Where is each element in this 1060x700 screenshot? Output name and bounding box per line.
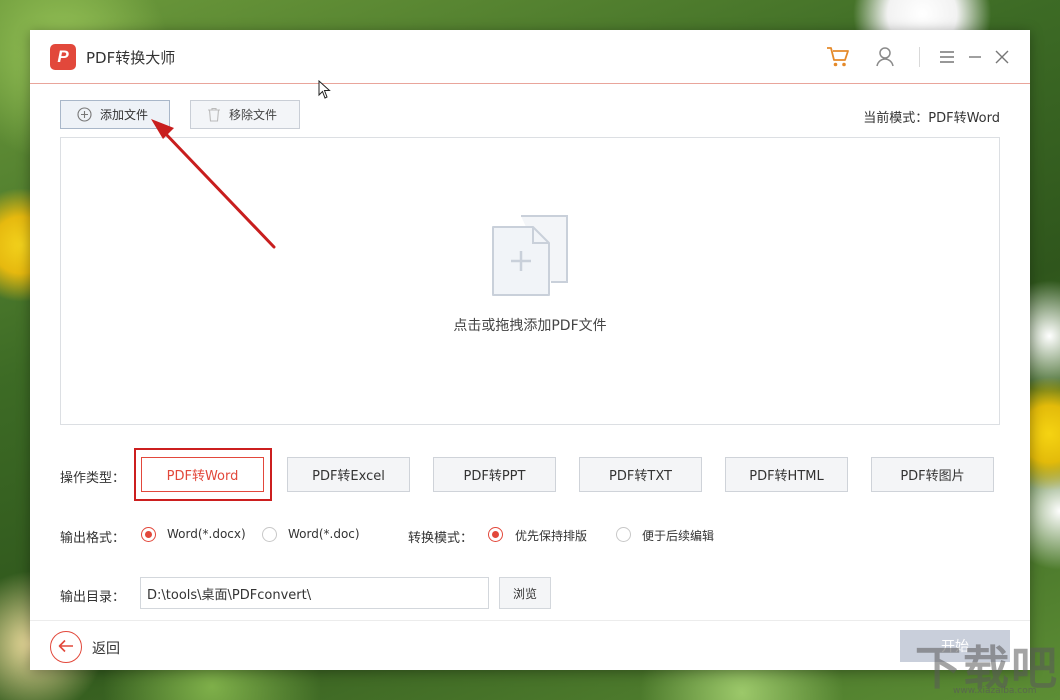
add-file-button[interactable]: 添加文件 (60, 100, 170, 129)
start-button[interactable]: 开始 (900, 630, 1010, 662)
mode-easy-edit-radio[interactable] (616, 527, 631, 542)
plus-circle-icon (77, 107, 92, 122)
back-arrow-icon (58, 638, 74, 657)
app-logo: P (50, 44, 76, 70)
app-title: PDF转换大师 (86, 49, 176, 67)
operation-type-label: 操作类型： (60, 471, 126, 486)
output-format-label: 输出格式： (60, 531, 126, 546)
type-pdf-to-ppt-button[interactable]: PDF转PPT (433, 457, 556, 492)
footer-divider (30, 620, 1030, 621)
mode-keep-layout-label: 优先保持排版 (515, 529, 588, 543)
titlebar: P PDF转换大师 (30, 30, 1030, 84)
format-doc-label: Word(*.doc) (288, 527, 360, 541)
back-button[interactable] (50, 631, 82, 663)
browse-button[interactable]: 浏览 (499, 577, 551, 609)
add-document-icon (491, 213, 571, 302)
output-dir-label: 输出目录： (60, 590, 126, 605)
convert-mode-label: 转换模式： (408, 531, 474, 546)
format-docx-label: Word(*.docx) (167, 527, 246, 541)
output-dir-input[interactable] (140, 577, 489, 609)
titlebar-separator (919, 47, 920, 67)
remove-file-button[interactable]: 移除文件 (190, 100, 300, 129)
close-icon[interactable] (989, 44, 1015, 70)
cart-icon[interactable] (825, 44, 851, 70)
type-pdf-to-word-button[interactable]: PDF转Word (141, 457, 264, 492)
drop-zone-hint: 点击或拖拽添加PDF文件 (453, 318, 607, 334)
trash-icon (207, 107, 221, 122)
format-docx-radio[interactable] (141, 527, 156, 542)
add-file-label: 添加文件 (100, 108, 149, 122)
type-pdf-to-html-button[interactable]: PDF转HTML (725, 457, 848, 492)
menu-icon[interactable] (934, 44, 960, 70)
file-drop-zone[interactable]: 点击或拖拽添加PDF文件 (60, 137, 1000, 425)
app-window: P PDF转换大师 添加文件 移除文件 当前模式：PDF转Word 点击或拖拽添… (30, 30, 1030, 670)
user-icon[interactable] (872, 44, 898, 70)
type-pdf-to-txt-button[interactable]: PDF转TXT (579, 457, 702, 492)
type-pdf-to-image-button[interactable]: PDF转图片 (871, 457, 994, 492)
current-mode-text: 当前模式：PDF转Word (863, 111, 1000, 126)
back-label[interactable]: 返回 (92, 638, 120, 658)
type-pdf-to-excel-button[interactable]: PDF转Excel (287, 457, 410, 492)
format-doc-radio[interactable] (262, 527, 277, 542)
minimize-icon[interactable] (962, 44, 988, 70)
remove-file-label: 移除文件 (229, 108, 278, 122)
mode-easy-edit-label: 便于后续编辑 (642, 529, 715, 543)
mode-keep-layout-radio[interactable] (488, 527, 503, 542)
